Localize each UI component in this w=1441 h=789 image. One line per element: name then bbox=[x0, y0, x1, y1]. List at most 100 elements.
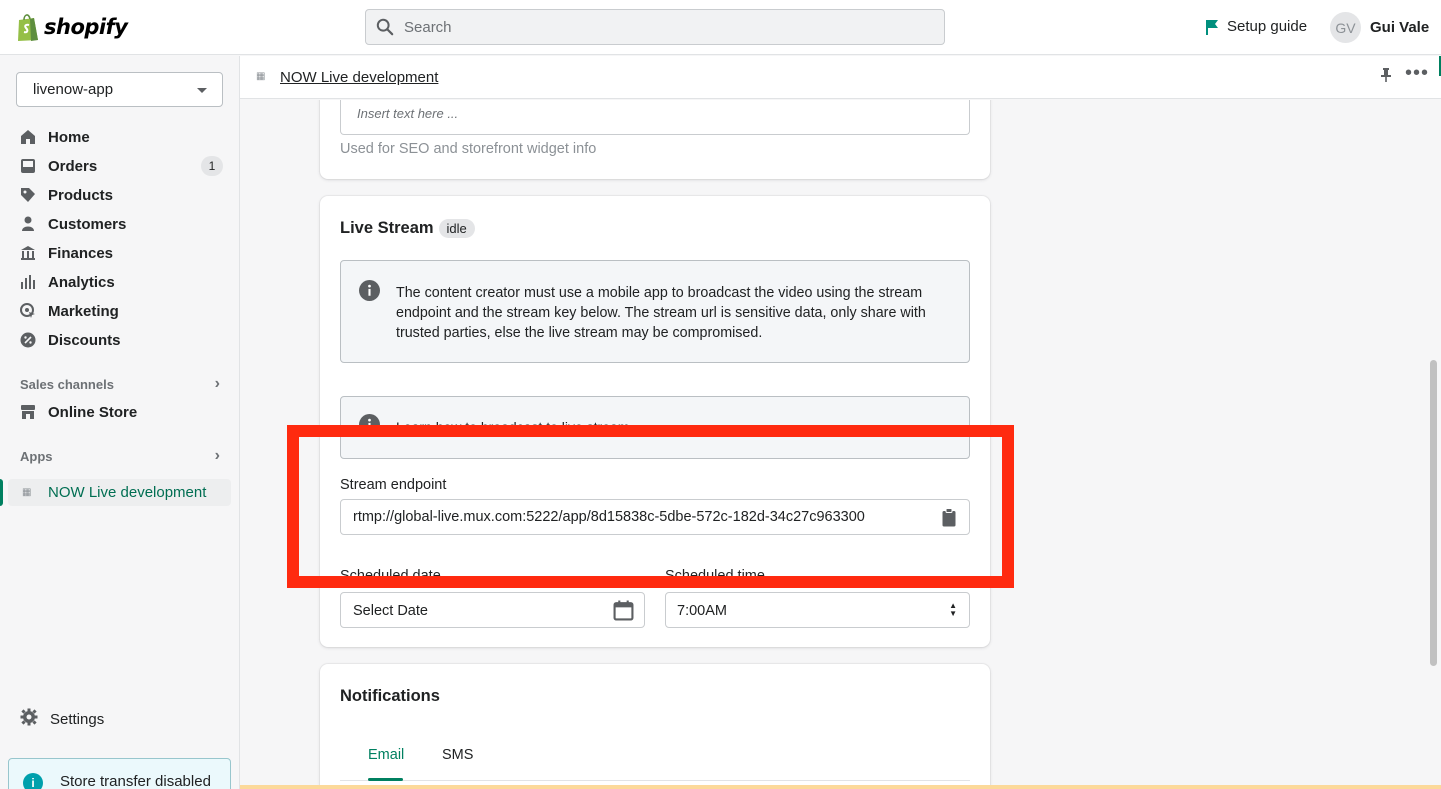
info-banner-text: The content creator must use a mobile ap… bbox=[396, 285, 926, 341]
more-actions-icon[interactable]: ••• bbox=[1405, 62, 1429, 85]
sidebar-item-discounts[interactable]: Discounts bbox=[20, 328, 225, 352]
shopify-logo[interactable]: shopify bbox=[16, 12, 128, 42]
active-tab-indicator bbox=[368, 778, 403, 781]
sidebar-item-finances[interactable]: Finances bbox=[20, 241, 225, 265]
sidebar: livenow-app Home Orders 1 Products Custo… bbox=[0, 56, 240, 789]
chevron-right-icon: › bbox=[214, 447, 220, 464]
info-icon: i bbox=[23, 773, 43, 789]
sidebar-item-home[interactable]: Home bbox=[20, 125, 225, 149]
home-icon bbox=[20, 129, 36, 145]
active-indicator bbox=[0, 479, 3, 506]
date-value: Select Date bbox=[353, 603, 428, 619]
info-icon bbox=[359, 414, 380, 438]
sidebar-item-label: Home bbox=[48, 128, 90, 146]
broadcast-help-text: Learn how to broadcast to live stream bbox=[396, 419, 630, 435]
seo-description-input[interactable]: Insert text here ... bbox=[340, 100, 970, 135]
sidebar-item-label: Products bbox=[48, 186, 114, 204]
sidebar-item-label: Marketing bbox=[48, 302, 119, 320]
sidebar-item-customers[interactable]: Customers bbox=[20, 212, 225, 236]
person-icon bbox=[20, 216, 36, 232]
setup-guide-label: Setup guide bbox=[1227, 18, 1308, 35]
select-arrows-icon: ▲ ▼ bbox=[949, 601, 957, 618]
sidebar-item-label: Online Store bbox=[48, 403, 138, 421]
stream-endpoint-label: Stream endpoint bbox=[340, 477, 447, 493]
stream-endpoint-field[interactable] bbox=[340, 499, 970, 535]
sidebar-item-marketing[interactable]: Marketing bbox=[20, 299, 225, 323]
scheduled-date-label: Scheduled date bbox=[340, 568, 441, 584]
card-title-text: Live Stream bbox=[340, 219, 434, 237]
tab-sms[interactable]: SMS bbox=[442, 747, 473, 763]
sidebar-item-settings[interactable]: Settings bbox=[20, 708, 104, 730]
sidebar-item-label: Customers bbox=[48, 215, 127, 233]
seo-help-text: Used for SEO and storefront widget info bbox=[340, 141, 597, 157]
store-selector[interactable]: livenow-app bbox=[16, 72, 223, 107]
scrollbar-thumb[interactable] bbox=[1430, 360, 1437, 666]
bottom-warning-strip bbox=[240, 785, 1441, 789]
app-icon: ▦ bbox=[22, 487, 32, 498]
sales-channels-header[interactable]: Sales channels › bbox=[20, 375, 220, 392]
user-menu[interactable]: GV Gui Vale bbox=[1330, 12, 1429, 43]
setup-guide-button[interactable]: Setup guide bbox=[1205, 18, 1307, 35]
calendar-icon[interactable] bbox=[613, 600, 634, 625]
notification-tabs: Email SMS bbox=[340, 744, 970, 781]
broadcast-help-banner: Learn how to broadcast to live stream bbox=[340, 396, 970, 459]
app-header: ▦ NOW Live development ••• bbox=[240, 56, 1441, 99]
store-transfer-text: Store transfer disabled bbox=[60, 773, 211, 789]
sidebar-item-label: Orders bbox=[48, 157, 98, 175]
scheduled-time-label: Scheduled time bbox=[665, 568, 765, 584]
orders-count-badge: 1 bbox=[201, 156, 223, 176]
sidebar-item-label: Discounts bbox=[48, 331, 121, 349]
user-name: Gui Vale bbox=[1370, 19, 1430, 36]
tab-email[interactable]: Email bbox=[368, 747, 404, 763]
sidebar-item-label: Analytics bbox=[48, 273, 115, 291]
info-banner: The content creator must use a mobile ap… bbox=[340, 260, 970, 363]
time-value: 7:00AM bbox=[677, 603, 727, 619]
sidebar-item-products[interactable]: Products bbox=[20, 183, 225, 207]
target-icon bbox=[20, 303, 36, 319]
sidebar-item-online-store[interactable]: Online Store bbox=[20, 400, 225, 424]
avatar: GV bbox=[1330, 12, 1361, 43]
main-content[interactable]: Insert text here ... Used for SEO and st… bbox=[240, 100, 1425, 789]
discount-icon bbox=[20, 332, 36, 348]
search-input[interactable] bbox=[404, 18, 904, 36]
app-icon: ▦ bbox=[256, 71, 266, 82]
scheduled-date-picker[interactable]: Select Date bbox=[340, 592, 645, 628]
top-bar: shopify Setup guide GV Gui Vale bbox=[0, 0, 1441, 55]
pin-icon[interactable] bbox=[1380, 68, 1392, 85]
notifications-title: Notifications bbox=[340, 687, 440, 705]
tag-icon bbox=[20, 187, 36, 203]
shopify-bag-icon bbox=[16, 12, 40, 42]
sidebar-item-analytics[interactable]: Analytics bbox=[20, 270, 225, 294]
bar-chart-icon bbox=[20, 274, 36, 290]
store-name: livenow-app bbox=[33, 81, 114, 98]
chevron-right-icon: › bbox=[214, 375, 220, 392]
info-icon bbox=[359, 280, 380, 304]
clipboard-icon[interactable] bbox=[941, 508, 957, 530]
sidebar-item-label: Finances bbox=[48, 244, 114, 262]
store-icon bbox=[20, 404, 36, 420]
search-icon bbox=[376, 18, 394, 36]
settings-label: Settings bbox=[50, 710, 105, 728]
gear-icon bbox=[20, 708, 38, 730]
search-bar[interactable] bbox=[365, 9, 945, 45]
flag-icon bbox=[1206, 19, 1218, 35]
sidebar-item-orders[interactable]: Orders 1 bbox=[20, 154, 225, 178]
app-title-link[interactable]: NOW Live development bbox=[280, 69, 438, 86]
sidebar-item-now-live[interactable]: ▦ NOW Live development bbox=[0, 479, 231, 506]
logo-text: shopify bbox=[44, 15, 128, 39]
notifications-card: Notifications Email SMS bbox=[320, 664, 990, 789]
section-label: Apps bbox=[20, 449, 53, 464]
live-stream-title: Live Stream idle bbox=[340, 219, 475, 238]
caret-down-icon bbox=[197, 88, 207, 93]
inbox-icon bbox=[20, 158, 36, 174]
live-stream-card: Live Stream idle The content creator mus… bbox=[320, 196, 990, 647]
bank-icon bbox=[20, 245, 36, 261]
scheduled-time-select[interactable]: 7:00AM ▲ ▼ bbox=[665, 592, 970, 628]
sidebar-item-label: NOW Live development bbox=[48, 484, 207, 501]
section-label: Sales channels bbox=[20, 377, 114, 392]
seo-card: Insert text here ... Used for SEO and st… bbox=[320, 100, 990, 179]
stream-endpoint-input[interactable] bbox=[353, 509, 923, 525]
status-badge: idle bbox=[438, 219, 475, 238]
apps-header[interactable]: Apps › bbox=[20, 447, 220, 464]
store-transfer-banner: i Store transfer disabled bbox=[8, 758, 231, 789]
